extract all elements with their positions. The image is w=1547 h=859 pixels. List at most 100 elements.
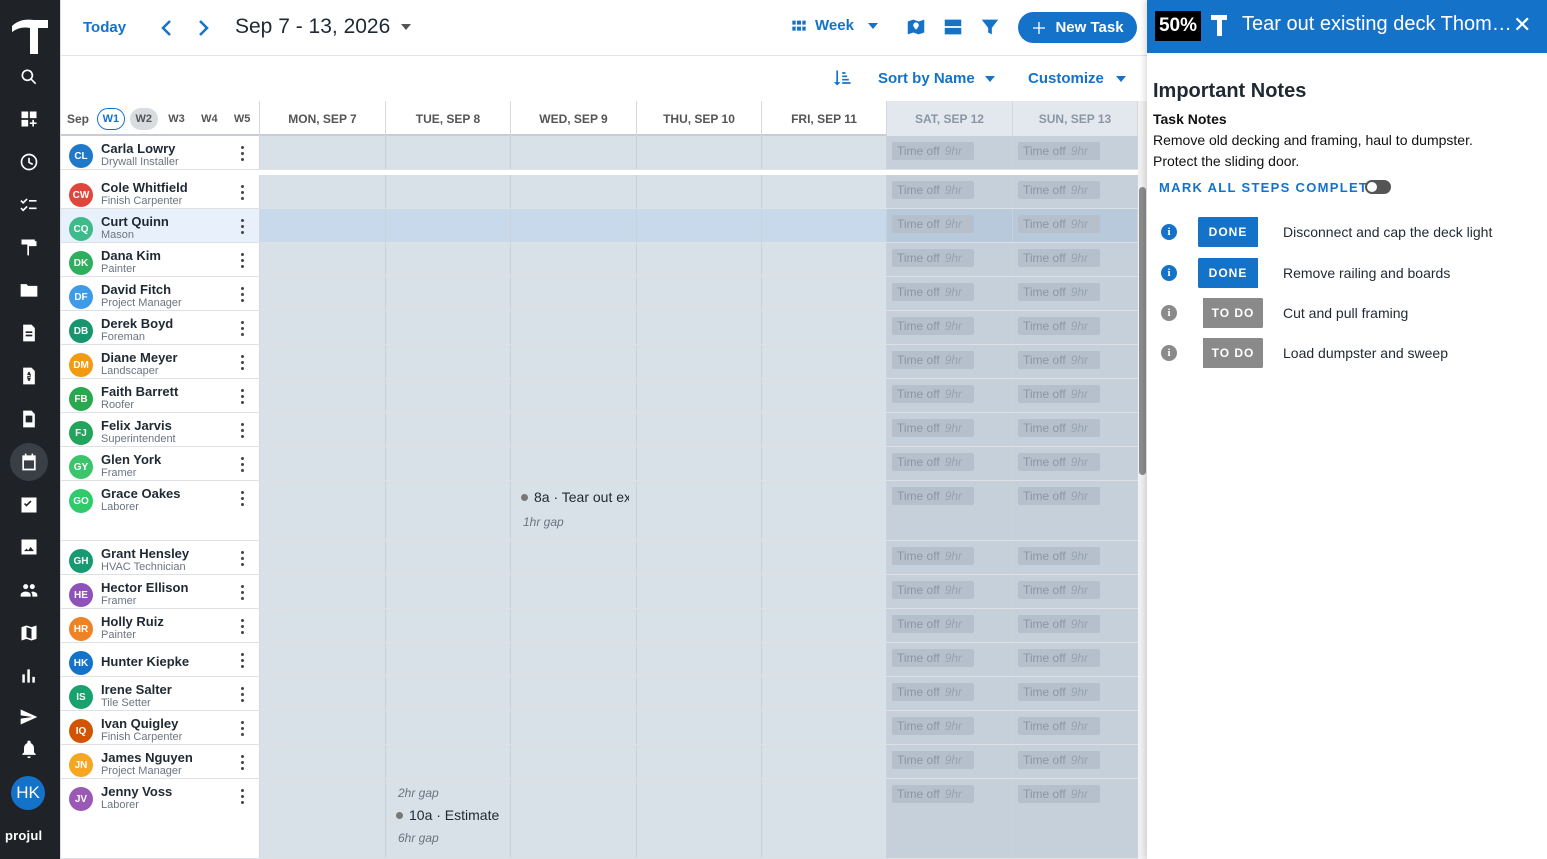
more-options-icon[interactable] <box>239 389 247 405</box>
date-range-label[interactable]: Sep 7 - 13, 2026 <box>235 15 390 39</box>
time-off-chip[interactable]: Time off 9hr <box>892 249 974 267</box>
person-cell[interactable]: HK Hunter Kiepke <box>61 643 260 676</box>
day-cell[interactable] <box>260 677 386 710</box>
time-off-chip[interactable]: Time off 9hr <box>892 317 974 335</box>
mark-all-complete-label[interactable]: MARK ALL STEPS COMPLETE <box>1159 180 1378 195</box>
day-cell[interactable] <box>637 277 762 310</box>
filter-icon[interactable] <box>979 16 1003 40</box>
day-cell[interactable] <box>637 541 762 574</box>
day-cell[interactable] <box>260 209 386 242</box>
day-cell[interactable] <box>260 136 386 169</box>
day-cell[interactable] <box>386 711 511 744</box>
step-status-toggle[interactable]: TO DO <box>1198 338 1263 368</box>
time-off-chip[interactable]: Time off 9hr <box>1018 142 1100 160</box>
day-cell[interactable] <box>762 175 887 208</box>
time-off-chip[interactable]: Time off 9hr <box>892 419 974 437</box>
bar-chart-icon[interactable] <box>10 657 48 695</box>
time-off-chip[interactable]: Time off 9hr <box>1018 351 1100 369</box>
day-cell[interactable] <box>762 711 887 744</box>
customize-dropdown[interactable]: Customize <box>1028 70 1126 87</box>
day-header-sun[interactable]: SUN, SEP 13 <box>1013 101 1138 136</box>
time-off-chip[interactable]: Time off 9hr <box>892 785 974 803</box>
day-cell[interactable]: Time off 9hr <box>1013 345 1138 378</box>
more-options-icon[interactable] <box>239 551 247 567</box>
person-cell[interactable]: JN James Nguyen Project Manager <box>61 745 260 778</box>
day-cell[interactable] <box>511 345 637 378</box>
day-cell[interactable] <box>260 345 386 378</box>
person-cell[interactable]: JV Jenny Voss Laborer <box>61 779 260 858</box>
day-cell[interactable] <box>511 277 637 310</box>
more-options-icon[interactable] <box>239 491 247 507</box>
time-off-chip[interactable]: Time off 9hr <box>892 581 974 599</box>
caret-down-icon[interactable] <box>401 24 411 30</box>
person-cell[interactable]: IS Irene Salter Tile Setter <box>61 677 260 710</box>
day-cell[interactable]: Time off 9hr <box>1013 277 1138 310</box>
info-icon[interactable]: i <box>1161 345 1177 361</box>
day-cell[interactable] <box>511 447 637 480</box>
new-task-button[interactable]: New Task <box>1018 12 1137 43</box>
file-icon[interactable] <box>10 400 48 438</box>
day-cell[interactable] <box>260 243 386 276</box>
day-cell[interactable] <box>386 575 511 608</box>
document-icon[interactable] <box>10 314 48 352</box>
time-off-chip[interactable]: Time off 9hr <box>892 615 974 633</box>
calendar-icon[interactable] <box>10 443 48 481</box>
day-cell[interactable] <box>386 175 511 208</box>
paint-roller-icon[interactable] <box>10 228 48 266</box>
day-cell[interactable] <box>386 311 511 344</box>
day-cell[interactable] <box>637 243 762 276</box>
day-cell[interactable] <box>511 677 637 710</box>
search-icon[interactable] <box>10 58 48 96</box>
time-off-chip[interactable]: Time off 9hr <box>892 181 974 199</box>
day-cell[interactable]: Time off 9hr <box>1013 711 1138 744</box>
day-cell[interactable] <box>511 541 637 574</box>
more-options-icon[interactable] <box>239 321 247 337</box>
day-cell[interactable]: Time off 9hr <box>887 379 1013 412</box>
day-cell[interactable] <box>762 541 887 574</box>
day-cell[interactable]: Time off 9hr <box>1013 609 1138 642</box>
day-cell[interactable] <box>260 609 386 642</box>
day-cell[interactable] <box>260 481 386 540</box>
time-off-chip[interactable]: Time off 9hr <box>892 649 974 667</box>
time-off-chip[interactable]: Time off 9hr <box>1018 249 1100 267</box>
day-cell[interactable]: Time off 9hr <box>887 481 1013 540</box>
day-cell[interactable]: Time off 9hr <box>887 575 1013 608</box>
day-cell[interactable]: Time off 9hr <box>887 209 1013 242</box>
task-icon[interactable] <box>10 486 48 524</box>
day-cell[interactable]: Time off 9hr <box>887 345 1013 378</box>
time-off-chip[interactable]: Time off 9hr <box>1018 649 1100 667</box>
day-header-fri[interactable]: FRI, SEP 11 <box>762 101 887 136</box>
person-cell[interactable]: HR Holly Ruiz Painter <box>61 609 260 642</box>
person-cell[interactable]: CW Cole Whitfield Finish Carpenter <box>61 175 260 208</box>
chevron-left-icon[interactable] <box>155 16 179 40</box>
more-options-icon[interactable] <box>239 789 247 805</box>
more-options-icon[interactable] <box>239 219 247 235</box>
photo-icon[interactable] <box>10 528 48 566</box>
day-cell[interactable] <box>511 711 637 744</box>
scrollbar-thumb[interactable] <box>1139 187 1146 475</box>
day-cell[interactable]: Time off 9hr <box>887 609 1013 642</box>
time-off-chip[interactable]: Time off 9hr <box>1018 317 1100 335</box>
time-off-chip[interactable]: Time off 9hr <box>1018 215 1100 233</box>
mark-all-toggle[interactable] <box>1365 180 1391 194</box>
person-cell[interactable]: DK Dana Kim Painter <box>61 243 260 276</box>
day-cell[interactable] <box>637 779 762 858</box>
day-cell[interactable] <box>260 779 386 858</box>
today-button[interactable]: Today <box>83 19 126 36</box>
day-cell[interactable]: Time off 9hr <box>1013 311 1138 344</box>
day-cell[interactable] <box>762 209 887 242</box>
day-cell[interactable] <box>762 677 887 710</box>
day-cell[interactable]: Time off 9hr <box>1013 209 1138 242</box>
info-icon[interactable]: i <box>1161 265 1177 281</box>
time-off-chip[interactable]: Time off 9hr <box>892 283 974 301</box>
bell-icon[interactable] <box>10 730 48 768</box>
day-cell[interactable]: Time off 9hr <box>887 711 1013 744</box>
day-cell[interactable]: Time off 9hr <box>1013 677 1138 710</box>
day-header-tue[interactable]: TUE, SEP 8 <box>386 101 511 136</box>
day-cell[interactable] <box>762 575 887 608</box>
day-cell[interactable]: Time off 9hr <box>1013 481 1138 540</box>
day-cell[interactable]: 8a · Tear out existing deck 1hr gap <box>511 481 637 540</box>
time-off-chip[interactable]: Time off 9hr <box>1018 581 1100 599</box>
day-cell[interactable] <box>260 643 386 676</box>
day-cell[interactable]: Time off 9hr <box>887 779 1013 858</box>
